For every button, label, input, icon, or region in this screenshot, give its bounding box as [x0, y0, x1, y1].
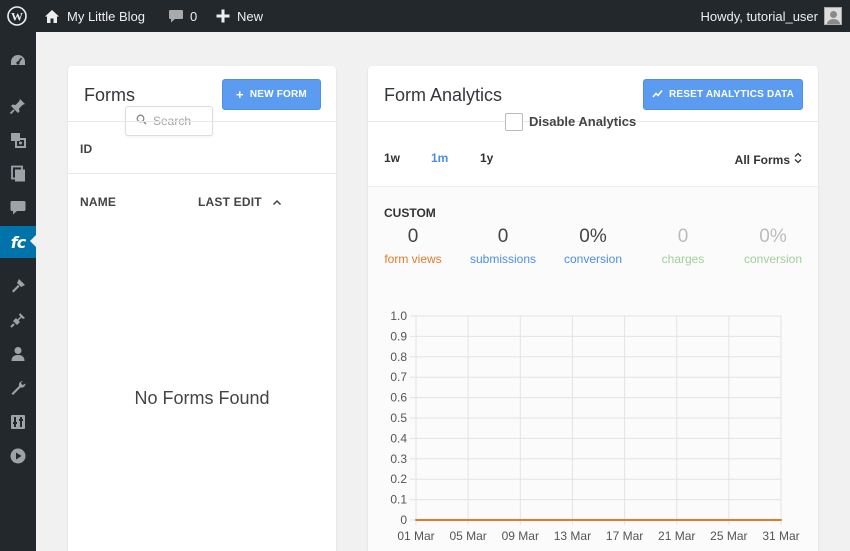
- users-icon[interactable]: [0, 339, 36, 369]
- appearance-icon[interactable]: [0, 271, 36, 301]
- y-tick-label: 0.5: [390, 411, 407, 425]
- x-tick-label: 25 Mar: [710, 529, 747, 543]
- x-tick-label: 09 Mar: [502, 529, 539, 543]
- range-1w[interactable]: 1w: [384, 151, 400, 165]
- comments-icon[interactable]: [0, 193, 36, 223]
- stat-value: 0%: [579, 226, 607, 247]
- stat-charges: 0 charges: [638, 226, 728, 266]
- series-point: [727, 519, 730, 521]
- series-point: [623, 519, 626, 521]
- home-icon: [44, 9, 60, 24]
- range-1m[interactable]: 1m: [431, 151, 448, 165]
- range-1y[interactable]: 1y: [480, 151, 493, 165]
- admin-bar: W My Little Blog 0 New Howdy, tutorial_u…: [0, 0, 850, 32]
- new-form-label: NEW FORM: [249, 89, 307, 100]
- stat-conversion: 0% conversion: [548, 226, 638, 266]
- x-tick-label: 05 Mar: [449, 529, 486, 543]
- tools-icon[interactable]: [0, 373, 36, 403]
- admin-side-menu: fc: [0, 32, 36, 551]
- site-name-link[interactable]: My Little Blog: [44, 0, 145, 32]
- analytics-title: Form Analytics: [384, 85, 503, 105]
- analytics-panel: Form Analytics RESET ANALYTICS DATA Disa…: [368, 66, 818, 551]
- column-last-edit[interactable]: LAST EDIT: [198, 195, 282, 209]
- stat-label: submissions: [469, 252, 537, 266]
- divider: [68, 121, 336, 122]
- y-tick-label: 0.3: [390, 452, 407, 466]
- site-name: My Little Blog: [67, 8, 146, 24]
- disable-analytics-checkbox[interactable]: [505, 113, 523, 131]
- comments-link[interactable]: 0: [168, 0, 197, 32]
- series-point: [571, 519, 574, 521]
- column-name[interactable]: NAME: [80, 195, 116, 209]
- y-tick-label: 1.0: [390, 309, 407, 323]
- series-point: [780, 519, 782, 521]
- settings-icon[interactable]: [0, 407, 36, 437]
- y-tick-label: 0.4: [390, 431, 407, 445]
- divider: [68, 173, 336, 174]
- form-filter-select[interactable]: All Forms: [735, 152, 802, 167]
- y-tick-label: 0.1: [390, 493, 407, 507]
- column-id[interactable]: ID: [80, 142, 92, 156]
- series-point: [415, 519, 417, 521]
- stat-payment-conversion: 0% conversion: [728, 226, 818, 266]
- media-icon[interactable]: [0, 125, 36, 155]
- forms-panel: Forms + NEW FORM ID NAME LAST EDIT No Fo…: [68, 66, 336, 551]
- formcraft-menu-item[interactable]: fc: [0, 226, 36, 258]
- comment-count: 0: [190, 8, 198, 24]
- avatar: [824, 7, 842, 25]
- stat-label: conversion: [743, 252, 803, 266]
- x-tick-label: 31 Mar: [762, 529, 799, 543]
- comment-bubble-icon: [168, 9, 184, 24]
- dashboard-icon[interactable]: [0, 46, 36, 76]
- form-filter-value: All Forms: [734, 152, 790, 167]
- y-tick-label: 0.2: [390, 472, 407, 486]
- plugins-icon[interactable]: [0, 305, 36, 335]
- stat-form-views: 0 form views: [368, 226, 458, 266]
- series-point: [467, 519, 470, 521]
- media-player-icon[interactable]: [0, 441, 36, 471]
- x-tick-label: 17 Mar: [606, 529, 643, 543]
- posts-pin-icon[interactable]: [0, 91, 36, 121]
- stat-value: 0%: [759, 226, 787, 247]
- pages-icon[interactable]: [0, 159, 36, 189]
- y-tick-label: 0.8: [390, 350, 407, 364]
- plus-icon: [216, 9, 230, 23]
- y-tick-label: 0.7: [390, 370, 407, 384]
- x-tick-label: 01 Mar: [397, 529, 434, 543]
- x-tick-label: 21 Mar: [658, 529, 695, 543]
- chevron-updown-icon: [794, 152, 802, 167]
- wordpress-logo-icon[interactable]: W: [7, 0, 27, 32]
- period-label: CUSTOM: [384, 206, 436, 220]
- y-tick-label: 0.9: [390, 329, 407, 343]
- disable-analytics-label: Disable Analytics: [529, 114, 637, 129]
- formcraft-icon: fc: [10, 232, 26, 252]
- last-edit-label: LAST EDIT: [198, 195, 262, 209]
- empty-state-message: No Forms Found: [134, 388, 270, 408]
- series-point: [675, 519, 678, 521]
- reset-analytics-button[interactable]: RESET ANALYTICS DATA: [643, 79, 803, 110]
- stat-label: charges: [661, 252, 705, 266]
- y-tick-label: 0.6: [390, 391, 407, 405]
- stat-value: 0: [497, 226, 509, 247]
- x-tick-label: 13 Mar: [554, 529, 591, 543]
- stat-label: form views: [384, 252, 442, 266]
- series-point: [519, 519, 522, 521]
- svg-text:W: W: [11, 10, 23, 24]
- account-menu[interactable]: Howdy, tutorial_user: [700, 0, 842, 32]
- stat-label: conversion: [563, 252, 623, 266]
- forms-title: Forms: [84, 85, 135, 105]
- howdy-text: Howdy, tutorial_user: [700, 8, 818, 24]
- new-form-button[interactable]: + NEW FORM: [222, 79, 321, 110]
- reset-analytics-label: RESET ANALYTICS DATA: [668, 89, 795, 100]
- plus-icon: +: [236, 87, 244, 102]
- stat-value: 0: [677, 226, 689, 247]
- new-content-link[interactable]: New: [216, 0, 263, 32]
- stat-submissions: 0 submissions: [458, 226, 548, 266]
- y-tick-label: 0: [400, 513, 407, 527]
- new-label: New: [237, 8, 264, 24]
- trend-chart-icon: [652, 89, 663, 101]
- analytics-chart: 0 0.1 0.2 0.3 0.4 0.5 0.6 0.7 0.8 0.9 1.0 01 Mar 05 …: [390, 309, 799, 543]
- stat-value: 0: [407, 226, 419, 247]
- sort-up-icon: [272, 195, 282, 209]
